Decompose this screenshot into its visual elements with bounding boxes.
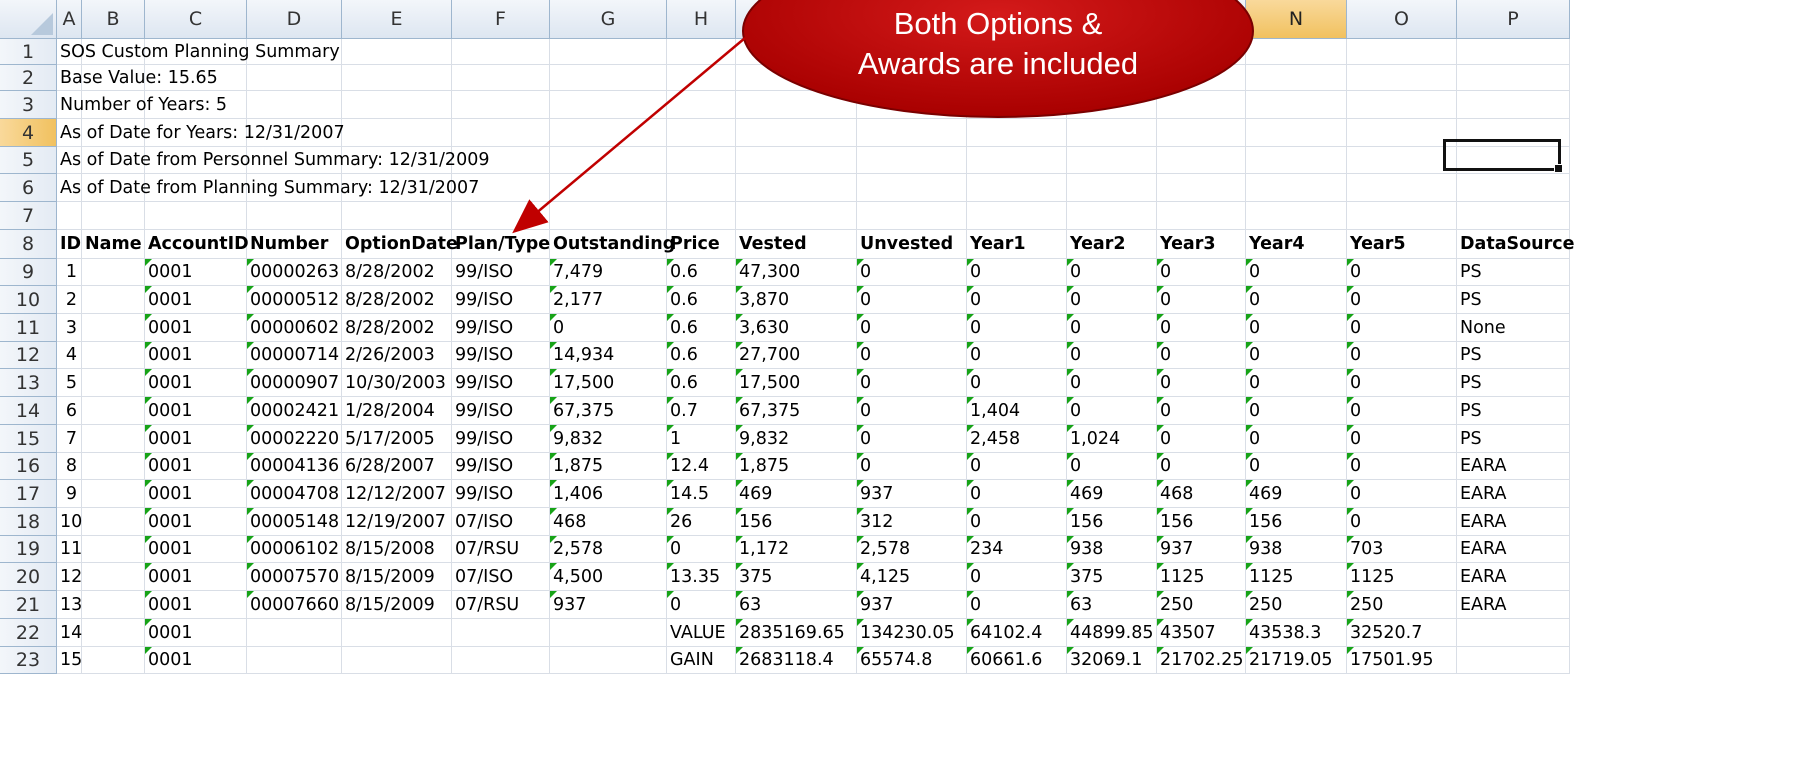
callout-arrow <box>512 37 746 234</box>
callout-text: Both Options & Awards are included <box>738 4 1258 84</box>
active-cell-selection[interactable] <box>1443 139 1563 173</box>
callout-line-1: Both Options & <box>893 6 1103 41</box>
fill-handle[interactable] <box>1554 164 1563 173</box>
callout-line-2: Awards are included <box>857 46 1139 81</box>
